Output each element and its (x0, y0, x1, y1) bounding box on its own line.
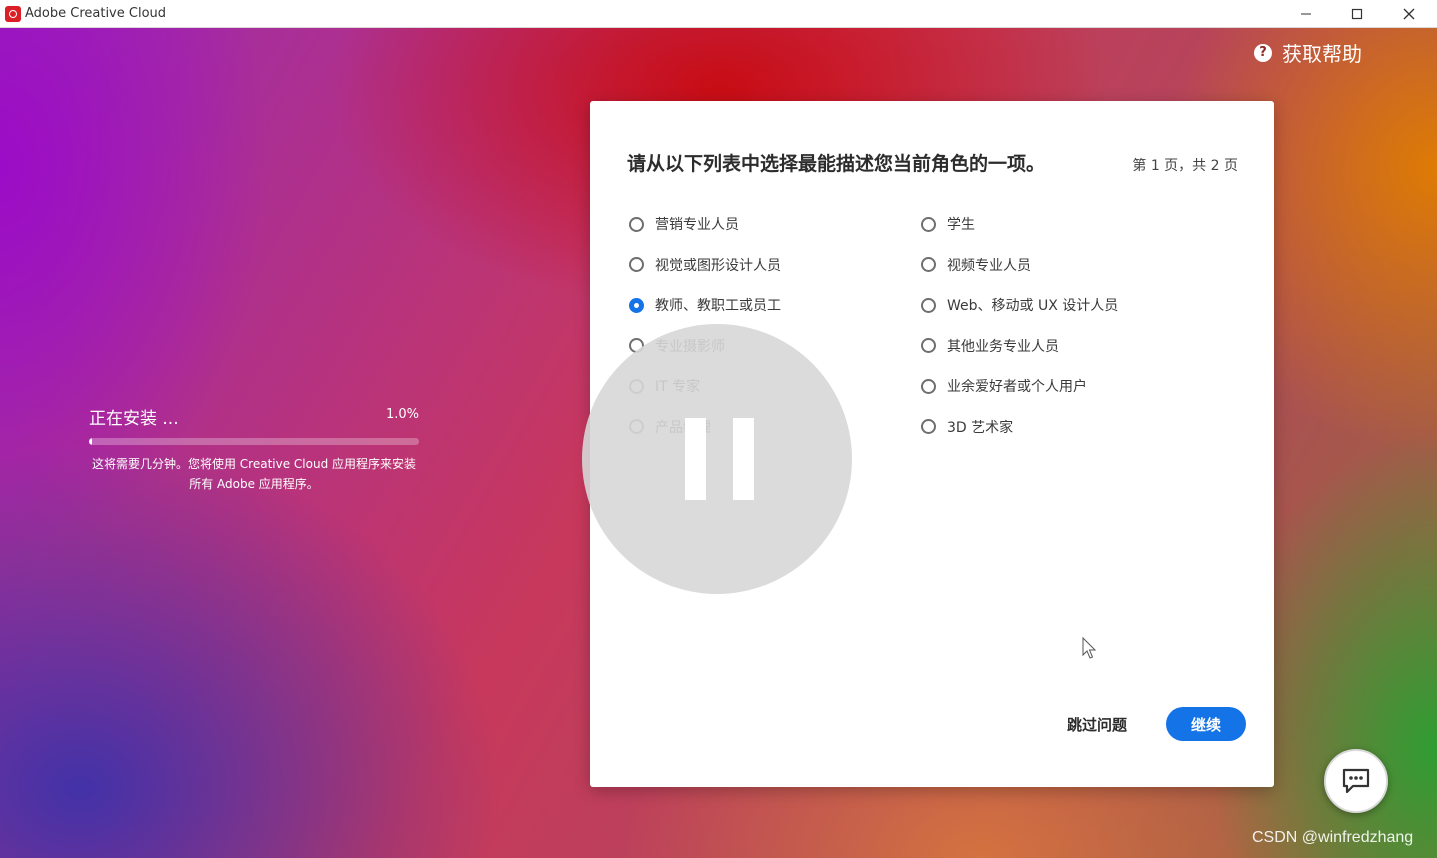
role-option[interactable]: 营销专业人员 (629, 214, 739, 234)
radio-unselected[interactable] (921, 257, 936, 272)
get-help-link[interactable]: ? 获取帮助 (1254, 38, 1362, 67)
radio-unselected[interactable] (921, 338, 936, 353)
minimize-button[interactable] (1280, 0, 1332, 27)
skip-question-button[interactable]: 跳过问题 (1067, 714, 1127, 735)
install-status-label: 正在安装 ... (89, 409, 179, 429)
role-option-label: 3D 艺术家 (947, 419, 1014, 436)
role-option[interactable]: 视频专业人员 (921, 255, 1031, 275)
pause-icon-bar-left (685, 418, 706, 500)
role-option-label: 业余爱好者或个人用户 (947, 379, 1087, 395)
creative-cloud-app-icon (5, 5, 21, 22)
role-option[interactable]: 其他业务专业人员 (921, 336, 1059, 356)
install-progress-bar (89, 438, 419, 445)
radio-unselected[interactable] (629, 216, 644, 232)
radio-unselected[interactable] (629, 257, 644, 272)
continue-button[interactable]: 继续 (1166, 707, 1246, 741)
pause-icon-bar-right (733, 418, 754, 500)
role-option-label: 教师、教职工或员工 (655, 298, 781, 314)
role-option-label: 视觉或图形设计人员 (655, 257, 781, 274)
radio-selected[interactable] (629, 297, 644, 313)
role-option-label: 营销专业人员 (655, 217, 739, 233)
get-help-label: 获取帮助 (1282, 42, 1362, 66)
window-title: Adobe Creative Cloud (25, 6, 167, 21)
help-icon: ? (1254, 43, 1272, 62)
role-option[interactable]: 业余爱好者或个人用户 (921, 376, 1087, 396)
role-option-label: 视频专业人员 (947, 257, 1031, 274)
role-option-label: 学生 (947, 217, 975, 233)
minimize-icon (1301, 13, 1311, 14)
install-percent: 1.0% (385, 407, 419, 422)
page-indicator: 第 1 页，共 2 页 (1132, 158, 1238, 174)
role-option-label: 其他业务专业人员 (947, 338, 1059, 355)
radio-unselected[interactable] (921, 419, 936, 434)
radio-unselected[interactable] (921, 378, 936, 394)
radio-unselected[interactable] (921, 216, 936, 232)
chat-button[interactable] (1324, 749, 1388, 813)
radio-unselected[interactable] (921, 297, 936, 313)
role-option[interactable]: 视觉或图形设计人员 (629, 255, 781, 275)
mouse-pointer-icon (1082, 637, 1097, 659)
role-option[interactable]: 教师、教职工或员工 (629, 295, 781, 315)
role-option[interactable]: Web、移动或 UX 设计人员 (921, 295, 1118, 315)
pause-overlay[interactable] (582, 324, 852, 594)
install-note: 这将需要几分钟。您将使用 Creative Cloud 应用程序来安装所有 Ad… (91, 457, 417, 491)
role-option[interactable]: 学生 (921, 214, 975, 234)
install-progress-fill (89, 438, 93, 445)
maximize-icon (1351, 8, 1363, 19)
close-button[interactable] (1383, 0, 1435, 27)
role-option-label: Web、移动或 UX 设计人员 (947, 298, 1119, 314)
csdn-watermark: CSDN @winfredzhang (1252, 829, 1414, 846)
close-icon (1403, 8, 1415, 19)
chat-bubble-icon (1342, 768, 1370, 794)
question-title: 请从以下列表中选择最能描述您当前角色的一项。 (627, 153, 1046, 175)
role-option[interactable]: 3D 艺术家 (921, 417, 1013, 437)
maximize-button[interactable] (1331, 0, 1383, 27)
window-titlebar: Adobe Creative Cloud (0, 0, 1437, 28)
